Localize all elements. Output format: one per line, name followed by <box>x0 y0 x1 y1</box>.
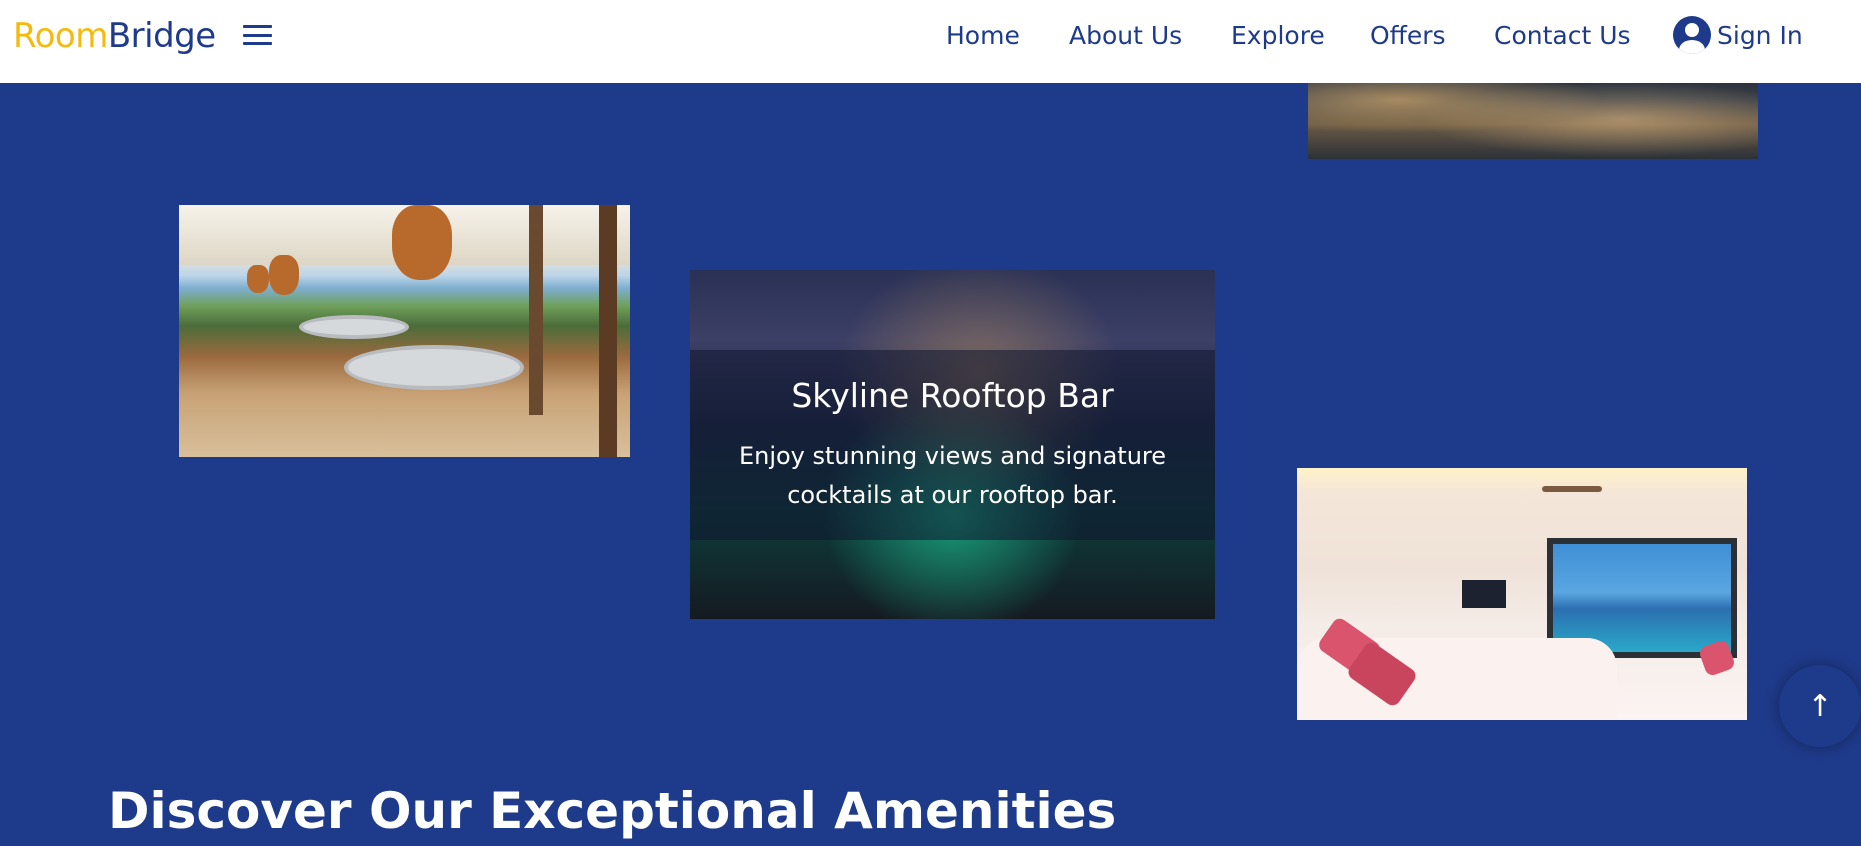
rooftop-caption: Skyline Rooftop Bar Enjoy stunning views… <box>690 350 1215 540</box>
arrow-up-icon: ↑ <box>1807 688 1833 724</box>
ocean-view-bedroom-image[interactable] <box>1297 468 1747 720</box>
user-circle-icon <box>1673 16 1711 54</box>
sign-in-button[interactable]: Sign In <box>1673 15 1803 55</box>
scroll-to-top-button[interactable]: ↑ <box>1779 665 1861 747</box>
amenities-heading: Discover Our Exceptional Amenities <box>108 782 1117 840</box>
beach-restaurant-image[interactable] <box>179 205 630 457</box>
rooftop-bar-card[interactable]: Skyline Rooftop Bar Enjoy stunning views… <box>690 270 1215 619</box>
navbar: RoomBridge Home About Us Explore Offers … <box>0 0 1861 83</box>
sign-in-label: Sign In <box>1717 20 1803 50</box>
nav-about-us[interactable]: About Us <box>1069 21 1182 50</box>
nav-links: Home About Us Explore Offers Contact Us <box>0 0 1861 83</box>
nav-contact-us[interactable]: Contact Us <box>1494 21 1631 50</box>
rooftop-description: Enjoy stunning views and signature cockt… <box>738 441 1167 509</box>
nav-home[interactable]: Home <box>946 21 1020 50</box>
rooftop-title: Skyline Rooftop Bar <box>791 375 1114 415</box>
nav-explore[interactable]: Explore <box>1231 21 1325 50</box>
nav-offers[interactable]: Offers <box>1370 21 1446 50</box>
